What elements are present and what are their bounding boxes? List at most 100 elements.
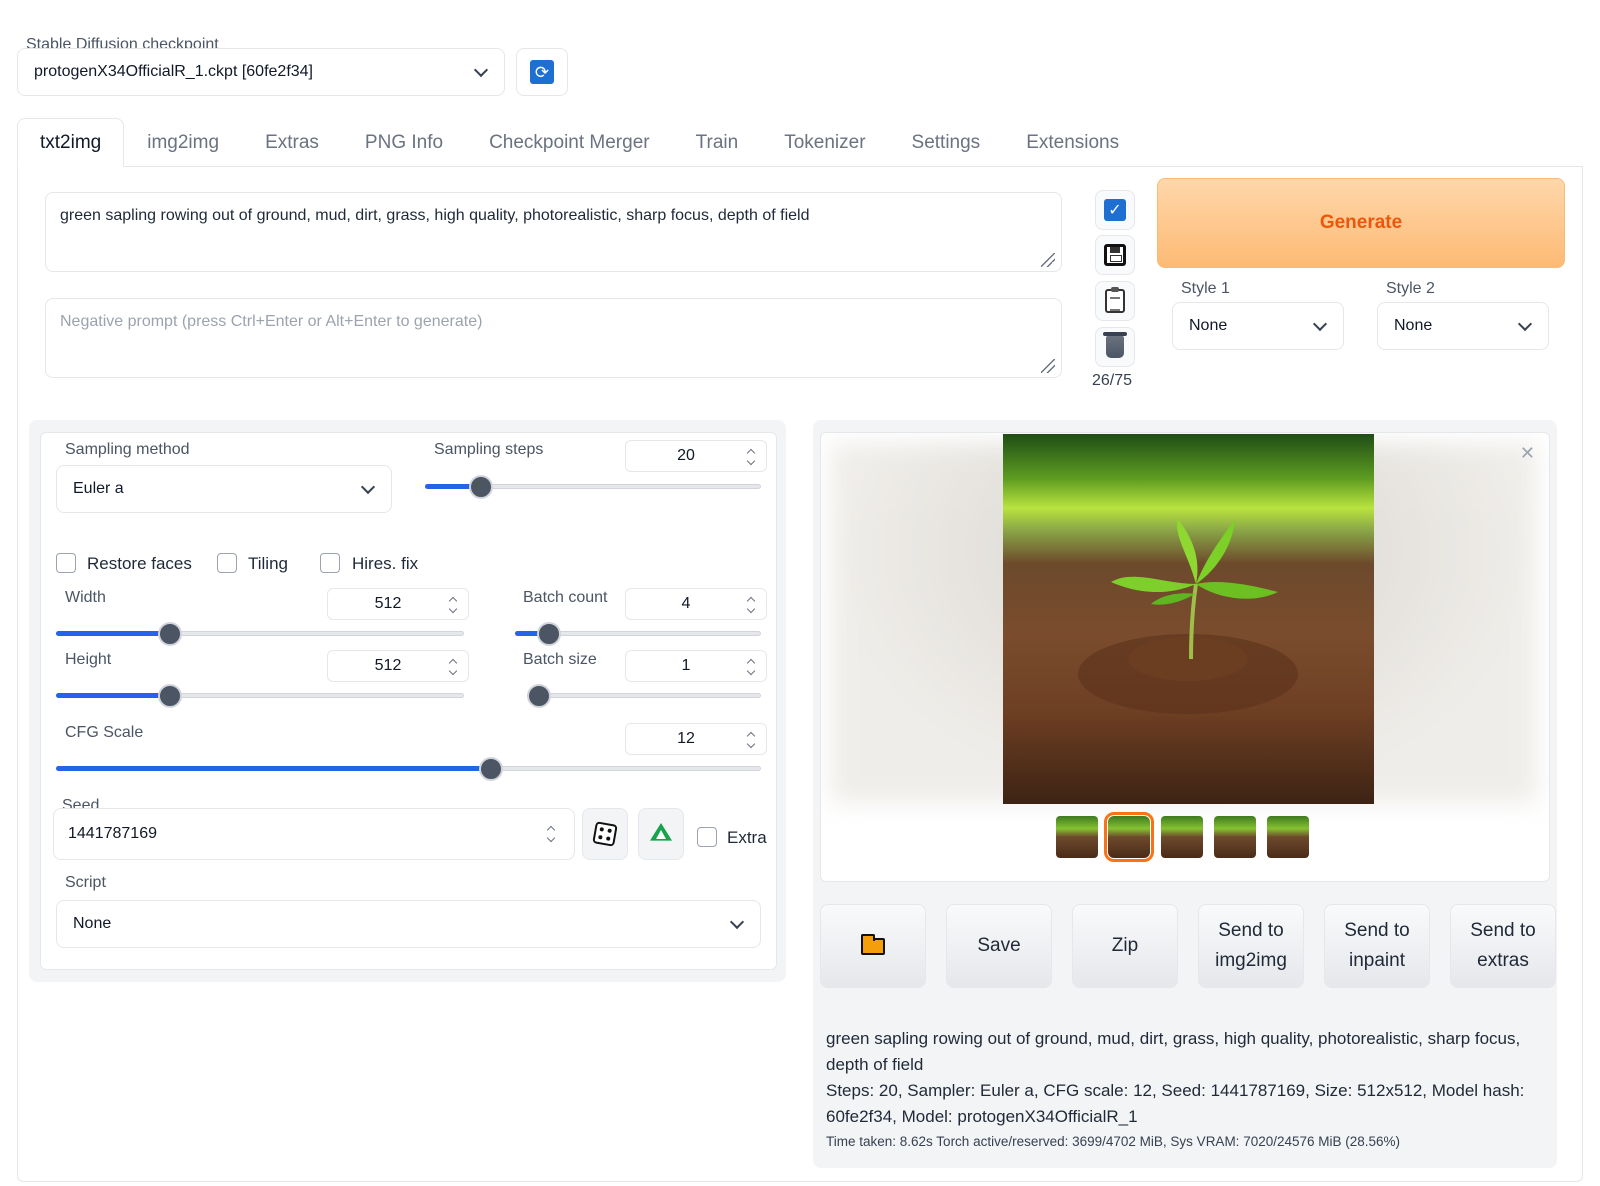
- slider-thumb[interactable]: [158, 684, 182, 708]
- tab-extensions[interactable]: Extensions: [1003, 118, 1142, 167]
- info-params: Steps: 20, Sampler: Euler a, CFG scale: …: [826, 1081, 1525, 1126]
- reuse-seed-button[interactable]: [638, 808, 684, 860]
- width-slider[interactable]: [56, 622, 464, 646]
- width-input[interactable]: 512: [327, 588, 469, 620]
- spinner-icon[interactable]: [546, 825, 556, 843]
- send-to-inpaint-label-2: inpaint: [1349, 950, 1405, 971]
- sampling-method-label: Sampling method: [65, 441, 190, 458]
- chevron-down-icon: [473, 62, 489, 78]
- thumbnail-4[interactable]: [1214, 816, 1256, 858]
- send-to-extras-button[interactable]: Send to extras: [1450, 904, 1556, 988]
- height-label: Height: [65, 651, 112, 668]
- style2-value: None: [1394, 317, 1433, 334]
- save-style-button[interactable]: [1095, 235, 1135, 275]
- prompt-input[interactable]: green sapling rowing out of ground, mud,…: [45, 192, 1062, 272]
- height-value: 512: [374, 657, 402, 674]
- spinner-icon[interactable]: [746, 448, 756, 466]
- spinner-icon[interactable]: [746, 658, 756, 676]
- tiling-label: Tiling: [248, 554, 288, 573]
- sampling-method-value: Euler a: [73, 480, 124, 497]
- thumbnail-2[interactable]: [1104, 812, 1154, 862]
- tab-bar: txt2img img2img Extras PNG Info Checkpoi…: [17, 118, 1142, 167]
- slider-thumb[interactable]: [468, 475, 493, 499]
- tab-txt2img[interactable]: txt2img: [17, 118, 125, 167]
- sampling-steps-slider[interactable]: [425, 475, 761, 499]
- seed-value: 1441787169: [68, 825, 157, 842]
- tiling-checkbox[interactable]: [217, 553, 237, 573]
- thumbnail-3[interactable]: [1161, 816, 1203, 858]
- sampling-steps-input[interactable]: 20: [625, 440, 767, 472]
- spinner-icon[interactable]: [746, 731, 756, 749]
- send-to-img2img-label-1: Send to: [1218, 919, 1284, 941]
- recycle-icon: [648, 821, 674, 847]
- slider-thumb[interactable]: [537, 622, 562, 646]
- slider-thumb[interactable]: [479, 757, 503, 781]
- batch-size-input[interactable]: 1: [625, 650, 767, 682]
- zip-button[interactable]: Zip: [1072, 904, 1178, 988]
- random-seed-button[interactable]: [582, 808, 628, 860]
- trash-icon: [1103, 332, 1127, 358]
- generate-button[interactable]: Generate: [1157, 178, 1565, 268]
- token-counter: 26/75: [1092, 372, 1133, 389]
- tab-tokenizer[interactable]: Tokenizer: [761, 118, 888, 167]
- extra-seed-label: Extra: [727, 828, 767, 847]
- slider-thumb[interactable]: [158, 622, 182, 646]
- tab-checkpoint-merger[interactable]: Checkpoint Merger: [466, 118, 673, 167]
- batch-size-slider[interactable]: [527, 684, 761, 708]
- close-icon[interactable]: ✕: [1520, 443, 1535, 464]
- restore-faces-checkbox[interactable]: [56, 553, 76, 573]
- spinner-icon[interactable]: [448, 596, 458, 614]
- spinner-icon[interactable]: [448, 658, 458, 676]
- extra-seed-checkbox[interactable]: [697, 827, 717, 847]
- thumbnail-5[interactable]: [1267, 816, 1309, 858]
- width-value: 512: [374, 595, 402, 612]
- tab-img2img[interactable]: img2img: [124, 118, 242, 167]
- thumbnail-1[interactable]: [1056, 816, 1098, 858]
- style1-select[interactable]: None: [1172, 302, 1344, 350]
- spinner-icon[interactable]: [746, 596, 756, 614]
- send-to-inpaint-button[interactable]: Send to inpaint: [1324, 904, 1430, 988]
- cfg-scale-input[interactable]: 12: [625, 723, 767, 755]
- send-to-extras-label-2: extras: [1477, 950, 1529, 971]
- tab-settings[interactable]: Settings: [889, 118, 1004, 167]
- script-select[interactable]: None: [56, 900, 761, 948]
- slider-thumb[interactable]: [527, 684, 551, 708]
- height-input[interactable]: 512: [327, 650, 469, 682]
- resize-handle[interactable]: [1041, 253, 1055, 267]
- width-label: Width: [65, 589, 106, 606]
- batch-count-slider[interactable]: [515, 622, 761, 646]
- send-to-img2img-label-2: img2img: [1215, 950, 1287, 971]
- hires-fix-checkbox[interactable]: [320, 553, 340, 573]
- seed-input[interactable]: 1441787169: [53, 808, 575, 860]
- batch-count-input[interactable]: 4: [625, 588, 767, 620]
- style1-label: Style 1: [1181, 280, 1230, 297]
- negative-prompt-placeholder: Negative prompt (press Ctrl+Enter or Alt…: [60, 313, 483, 330]
- check-icon: ✓: [1104, 199, 1126, 221]
- script-label: Script: [65, 874, 106, 891]
- save-button[interactable]: Save: [946, 904, 1052, 988]
- style2-select[interactable]: None: [1377, 302, 1549, 350]
- checkpoint-select[interactable]: protogenX34OfficialR_1.ckpt [60fe2f34]: [17, 48, 505, 96]
- height-slider[interactable]: [56, 684, 464, 708]
- send-to-img2img-button[interactable]: Send to img2img: [1198, 904, 1304, 988]
- tab-extras[interactable]: Extras: [242, 118, 342, 167]
- sampling-method-select[interactable]: Euler a: [56, 465, 392, 513]
- open-folder-button[interactable]: [820, 904, 926, 988]
- cfg-scale-slider[interactable]: [56, 757, 761, 781]
- checkpoint-value: protogenX34OfficialR_1.ckpt [60fe2f34]: [34, 63, 313, 80]
- generation-info: green sapling rowing out of ground, mud,…: [826, 1026, 1541, 1130]
- send-to-inpaint-label-1: Send to: [1344, 919, 1410, 941]
- negative-prompt-input[interactable]: Negative prompt (press Ctrl+Enter or Alt…: [45, 298, 1062, 378]
- refresh-checkpoint-button[interactable]: ⟳: [516, 48, 568, 96]
- hires-fix-label: Hires. fix: [352, 554, 419, 573]
- read-params-button[interactable]: ✓: [1095, 190, 1135, 230]
- clear-prompt-button[interactable]: [1095, 327, 1135, 367]
- apply-style-button[interactable]: [1095, 281, 1135, 321]
- save-icon: [1104, 244, 1126, 266]
- resize-handle[interactable]: [1041, 359, 1055, 373]
- tab-train[interactable]: Train: [673, 118, 762, 167]
- batch-size-value: 1: [681, 657, 691, 674]
- tab-png-info[interactable]: PNG Info: [342, 118, 466, 167]
- cfg-scale-value: 12: [677, 730, 695, 747]
- generated-image[interactable]: [1003, 434, 1374, 804]
